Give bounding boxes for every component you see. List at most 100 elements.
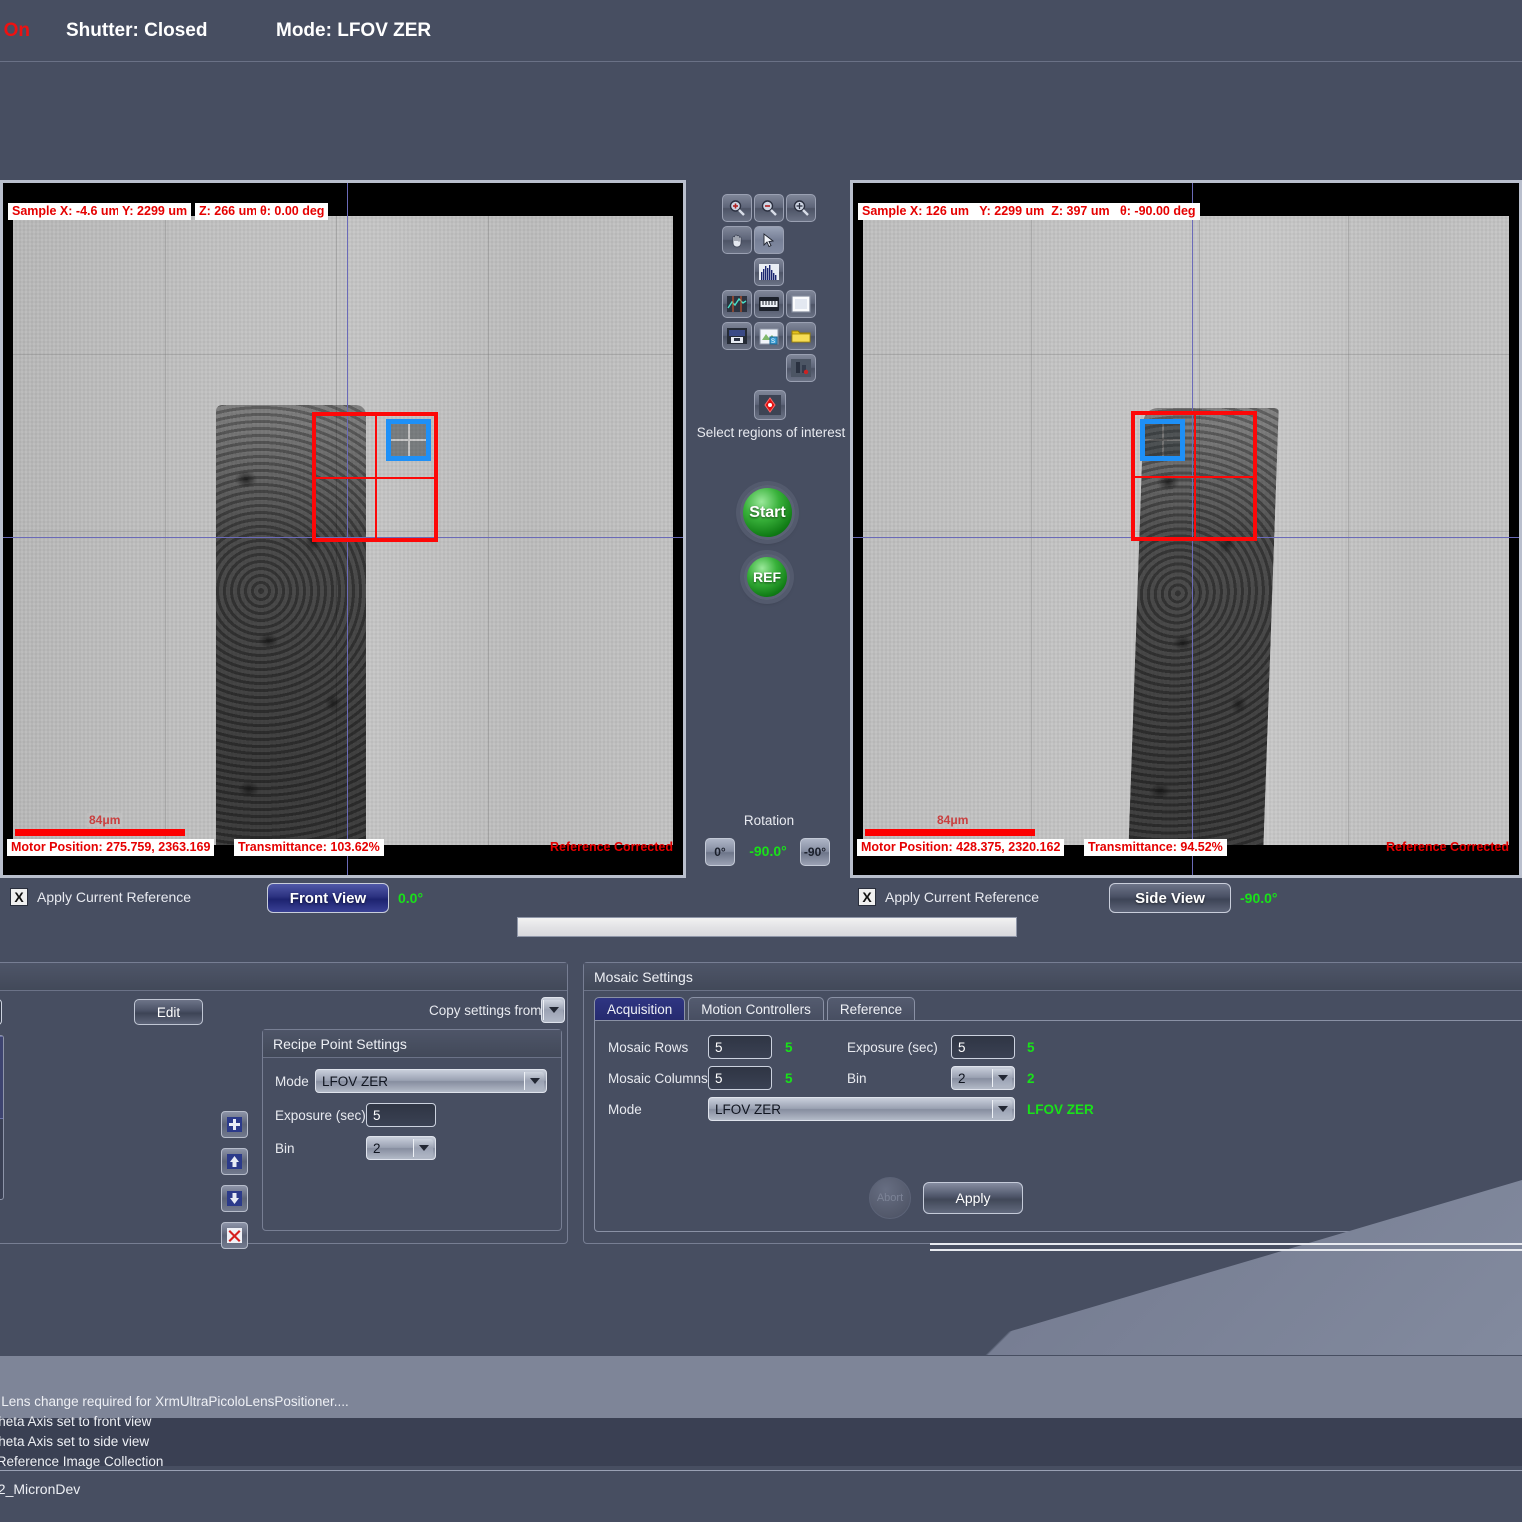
zoom-fit-icon[interactable]: [786, 194, 816, 222]
tab-acquisition[interactable]: Acquisition: [594, 997, 686, 1021]
front-view-canvas[interactable]: Sample X: -4.6 um Y: 2299 um Z: 266 um θ…: [3, 183, 683, 875]
rotate-to-0-button[interactable]: 0°: [705, 838, 735, 866]
chevron-down-icon[interactable]: [524, 1072, 544, 1090]
side-apply-reference-checkbox[interactable]: X: [858, 888, 876, 906]
histogram-icon[interactable]: [754, 258, 784, 286]
chevron-down-icon[interactable]: [413, 1139, 433, 1157]
front-apply-reference-checkbox[interactable]: X: [10, 888, 28, 906]
tab-motion-controllers[interactable]: Motion Controllers: [688, 997, 824, 1021]
chevron-down-icon[interactable]: [992, 1069, 1012, 1087]
image-window-icon[interactable]: [786, 290, 816, 318]
front-sample-theta: θ: 0.00 deg: [256, 203, 329, 220]
camera-icon[interactable]: [786, 354, 816, 382]
measure-ruler-icon[interactable]: [754, 290, 784, 318]
mosaic-mode-current: LFOV ZER: [1027, 1102, 1094, 1117]
mosaic-settings-panel: Mosaic Settings Acquisition Motion Contr…: [583, 962, 1522, 1244]
chevron-down-icon[interactable]: [992, 1100, 1012, 1118]
front-view-button[interactable]: Front View: [267, 883, 389, 913]
front-sample-y: Y: 2299 um: [118, 203, 192, 220]
recipe-bin-value: 2: [373, 1140, 381, 1156]
side-view-viewer[interactable]: Sample X: 126 um Y: 2299 um Z: 397 um θ:…: [850, 180, 1522, 878]
mosaic-columns-current: 5: [785, 1071, 793, 1086]
save-image-icon[interactable]: [722, 322, 752, 350]
xrm-microscope-app: : On Shutter: Closed Mode: LFOV ZER Samp…: [0, 0, 1522, 1522]
zoom-in-icon[interactable]: [722, 194, 752, 222]
rotate-to-minus-90-button[interactable]: -90°: [800, 838, 830, 866]
side-roi-subregion[interactable]: [1140, 419, 1185, 461]
side-view-button[interactable]: Side View: [1109, 883, 1231, 913]
side-sample-y: Y: 2299 um: [979, 204, 1045, 218]
mosaic-rows-field[interactable]: [708, 1035, 772, 1059]
list-item[interactable]: 3.95, 266.56 Recipe (x,y,z) ≠ Instrument…: [0, 1036, 3, 1119]
recipe-bin-dropdown[interactable]: 2: [366, 1136, 436, 1160]
side-reference-status: Reference Corrected: [1386, 840, 1509, 854]
side-apply-reference-label: Apply Current Reference: [885, 889, 1040, 905]
line-profile-icon[interactable]: [722, 290, 752, 318]
side-motor-position: Motor Position: 428.375, 2320.162: [857, 839, 1065, 856]
pan-hand-icon[interactable]: [722, 226, 752, 254]
mosaic-rows-current: 5: [785, 1040, 793, 1055]
recipe-bin-label: Bin: [275, 1141, 295, 1156]
recipe-point-settings-title: Recipe Point Settings: [263, 1030, 561, 1058]
zoom-out-icon[interactable]: [754, 194, 784, 222]
reference-button[interactable]: REF: [744, 554, 790, 600]
mosaic-bin-label: Bin: [847, 1071, 867, 1086]
log-line: Theta Axis set to front view: [0, 1414, 152, 1429]
apply-button[interactable]: Apply: [923, 1182, 1023, 1214]
start-button[interactable]: Start: [740, 485, 795, 540]
mosaic-bin-current: 2: [1027, 1071, 1035, 1086]
recipe-point-settings-panel: Recipe Point Settings Mode LFOV ZER Expo…: [262, 1029, 562, 1231]
front-apply-reference-label: Apply Current Reference: [37, 889, 192, 905]
front-sample-z: Z: 266 um: [195, 203, 262, 220]
log-line: Theta Axis set to side view: [0, 1434, 150, 1449]
recipe-mode-dropdown[interactable]: LFOV ZER: [315, 1069, 547, 1093]
shutter-status: Shutter: Closed: [66, 19, 208, 41]
side-sample-x: Sample X: 126 um: [862, 204, 969, 218]
side-scale-bar: [865, 829, 1035, 836]
mosaic-mode-label: Mode: [608, 1102, 642, 1117]
side-sample-coordinates: Sample X: 126 um Y: 2299 um Z: 397 um θ:…: [858, 203, 1200, 220]
mosaic-rows-label: Mosaic Rows: [608, 1040, 689, 1055]
copy-settings-dropdown[interactable]: [541, 997, 565, 1023]
recipe-exposure-field[interactable]: [366, 1103, 436, 1127]
list-item[interactable]: 0.57, 278.11 Recipe (x,y,z) ≠ Instrument…: [0, 1119, 3, 1199]
front-apply-reference-row: X Apply Current Reference: [10, 888, 191, 906]
side-sample-theta: θ: -90.00 deg: [1120, 204, 1196, 218]
chevron-down-icon[interactable]: [543, 1000, 563, 1020]
move-down-button[interactable]: [221, 1185, 248, 1212]
mosaic-bin-dropdown[interactable]: 2: [951, 1066, 1015, 1090]
delete-recipe-point-button[interactable]: [221, 1222, 248, 1249]
mosaic-exposure-field[interactable]: [951, 1035, 1015, 1059]
export-image-icon[interactable]: S: [754, 322, 784, 350]
front-reference-status: Reference Corrected: [550, 840, 673, 854]
log-message-area[interactable]: o Lens change required for XrmUltraPicol…: [0, 1356, 1522, 1489]
front-view-viewer[interactable]: Sample X: -4.6 um Y: 2299 um Z: 266 um θ…: [0, 180, 686, 878]
front-transmittance: Transmittance: 103.62%: [234, 839, 384, 856]
side-scale-bar-label: 84μm: [935, 813, 971, 827]
move-up-button[interactable]: [221, 1148, 248, 1175]
mosaic-exposure-current: 5: [1027, 1040, 1035, 1055]
pointer-select-icon[interactable]: [754, 226, 784, 254]
acquisition-progress-bar[interactable]: [517, 917, 1017, 937]
mosaic-panel-title: Mosaic Settings: [584, 963, 1522, 991]
mosaic-mode-dropdown[interactable]: LFOV ZER: [708, 1097, 1015, 1121]
select-roi-icon[interactable]: [754, 390, 786, 420]
mosaic-acquisition-tab-body: Mosaic Rows 5 Mosaic Columns 5 Exposure …: [594, 1020, 1522, 1232]
add-recipe-point-button[interactable]: [221, 1111, 248, 1138]
tab-reference[interactable]: Reference: [826, 997, 916, 1021]
edit-recipe-button[interactable]: Edit: [134, 999, 203, 1025]
recipe-name-field[interactable]: [0, 999, 2, 1025]
abort-button[interactable]: Abort: [869, 1177, 911, 1219]
top-status-bar: : On Shutter: Closed Mode: LFOV ZER: [0, 0, 1522, 62]
side-view-canvas[interactable]: Sample X: 126 um Y: 2299 um Z: 397 um θ:…: [853, 183, 1519, 875]
recipe-point-list[interactable]: 3.95, 266.56 Recipe (x,y,z) ≠ Instrument…: [0, 1035, 4, 1200]
mosaic-columns-field[interactable]: [708, 1066, 772, 1090]
front-scale-bar-label: 84μm: [87, 813, 123, 827]
side-apply-reference-row: X Apply Current Reference: [858, 888, 1039, 906]
open-folder-icon[interactable]: [786, 322, 816, 350]
mode-status: Mode: LFOV ZER: [276, 19, 432, 41]
recipe-panel-title: e: 20211029_UXRM052_MicronDev: [0, 963, 567, 991]
copy-settings-label: Copy settings from:: [429, 1003, 546, 1018]
recipe-mode-value: LFOV ZER: [322, 1073, 389, 1089]
front-roi-subregion[interactable]: [386, 419, 431, 461]
